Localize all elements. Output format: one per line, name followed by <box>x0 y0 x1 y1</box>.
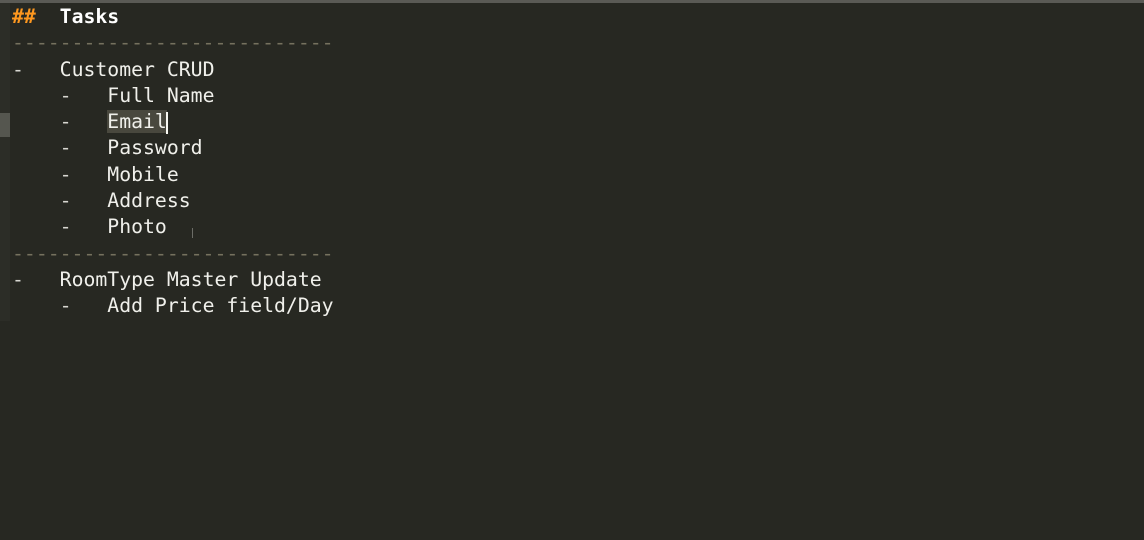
bullet: - <box>12 57 24 81</box>
rule-line[interactable]: --------------------------- <box>12 30 1132 56</box>
subtask-text: Password <box>107 136 203 160</box>
current-line-marker <box>0 113 10 137</box>
subtask-text: Add Price field/Day <box>107 294 334 318</box>
bullet: - <box>59 189 72 213</box>
mouse-ibeam-cursor-icon <box>192 228 199 238</box>
rule-line[interactable]: --------------------------- <box>12 241 1132 267</box>
selected-text[interactable]: Email <box>107 110 167 134</box>
task-line-customer-crud[interactable]: - Customer CRUD <box>12 57 1132 83</box>
task-title: Customer CRUD <box>59 57 215 81</box>
editor-gutter <box>0 3 10 321</box>
horizontal-rule: --------------------------- <box>12 241 334 265</box>
text-caret <box>165 111 168 134</box>
subtask-line[interactable]: - Mobile <box>12 162 1132 188</box>
task-title: RoomType Master Update <box>59 267 322 291</box>
bullet: - <box>59 215 72 239</box>
markdown-editor[interactable]: ## Tasks --------------------------- - C… <box>12 4 1132 320</box>
subtask-line[interactable]: - Email <box>12 109 1132 135</box>
bullet: - <box>59 136 72 160</box>
horizontal-rule: --------------------------- <box>12 31 334 55</box>
task-line-roomtype[interactable]: - RoomType Master Update <box>12 267 1132 293</box>
subtask-line[interactable]: - Address <box>12 188 1132 214</box>
window-top-border <box>0 0 1144 3</box>
subtask-text: Photo <box>107 215 167 239</box>
bullet: - <box>59 162 72 186</box>
subtask-line[interactable]: - Password <box>12 135 1132 161</box>
subtask-text: Address <box>107 189 191 213</box>
subtask-text: Mobile <box>107 162 179 186</box>
bullet: - <box>59 294 72 318</box>
bullet: - <box>59 83 72 107</box>
heading-marker: ## <box>12 5 36 28</box>
subtask-line[interactable]: - Add Price field/Day <box>12 293 1132 319</box>
bullet: - <box>12 267 24 291</box>
subtask-text: Full Name <box>107 83 215 107</box>
bullet: - <box>59 110 72 134</box>
subtask-line[interactable]: - Photo <box>12 214 1132 240</box>
heading-text: Tasks <box>59 5 120 28</box>
heading-line[interactable]: ## Tasks <box>12 4 1132 30</box>
subtask-line[interactable]: - Full Name <box>12 83 1132 109</box>
